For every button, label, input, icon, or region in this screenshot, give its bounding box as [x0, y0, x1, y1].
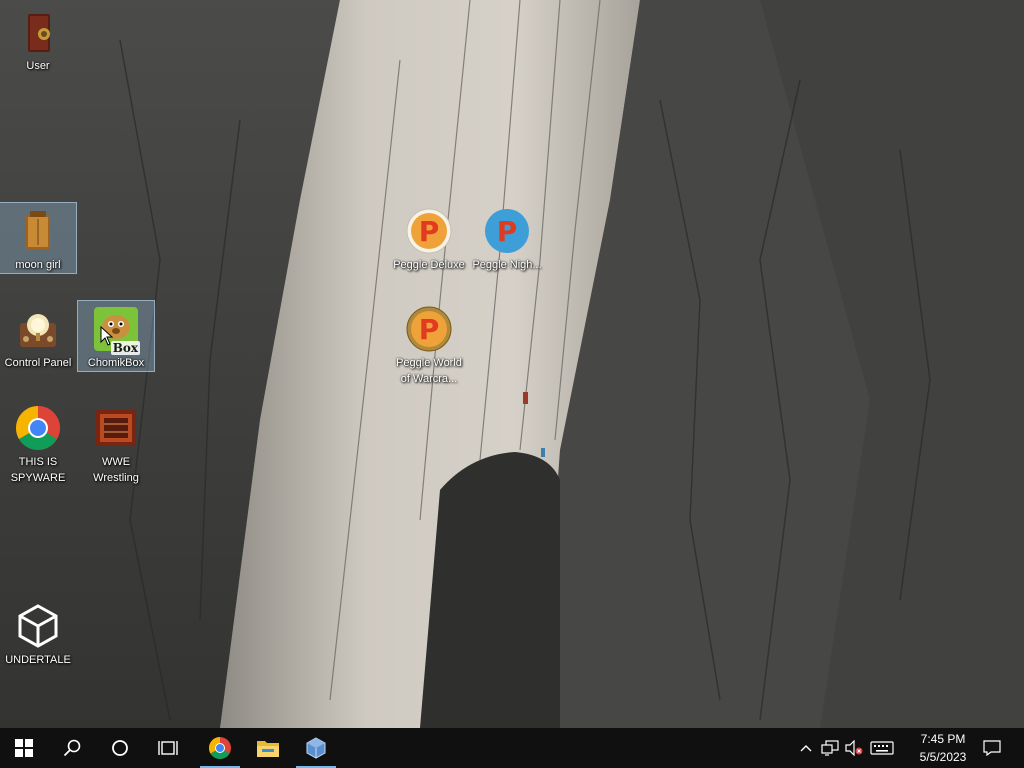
cabinet-icon	[14, 207, 62, 255]
desktop-icon-label: Peggle World of Warcra...	[396, 357, 462, 385]
search-icon	[63, 739, 81, 757]
chrome-icon	[14, 404, 62, 452]
desktop-icon-label: THIS IS SPYWARE	[10, 456, 66, 484]
peggle-wow-icon: P	[405, 305, 453, 353]
taskbar-file-explorer-button[interactable]	[244, 728, 292, 768]
clock-time: 7:45 PM	[920, 732, 966, 746]
desktop-icon-this-is-spyware[interactable]: THIS IS SPYWARE	[0, 400, 76, 486]
desktop-icon-label: Peggle Nigh...	[472, 259, 542, 271]
clock-date: 5/5/2023	[919, 750, 967, 764]
virtualbox-cube-icon	[306, 737, 326, 759]
action-center-icon	[983, 740, 1001, 756]
desktop-icon-peggle-deluxe[interactable]: P Peggle Deluxe	[391, 203, 467, 273]
user-folder-icon	[14, 8, 62, 56]
desktop-icon-user[interactable]: User	[0, 4, 76, 74]
chevron-up-icon	[800, 745, 812, 752]
task-view-icon	[158, 741, 178, 755]
cortana-circle-icon	[112, 740, 128, 756]
mouse-cursor-icon	[100, 326, 114, 346]
keyboard-icon	[870, 741, 894, 755]
taskbar: 7:45 PM 5/5/2023	[0, 728, 1024, 768]
start-button[interactable]	[0, 728, 48, 768]
desktop-icon-undertale[interactable]: UNDERTALE	[0, 598, 76, 668]
unity-icon	[14, 602, 62, 650]
wwe-game-icon	[92, 404, 140, 452]
chrome-icon	[209, 737, 231, 759]
desktop-icon-control-panel[interactable]: Control Panel	[0, 301, 76, 371]
search-button[interactable]	[48, 728, 96, 768]
peggle-glyph: P	[419, 313, 440, 346]
peggle-glyph: P	[497, 215, 518, 248]
peggle-icon: P	[405, 207, 453, 255]
tray-network-button[interactable]	[818, 728, 842, 768]
control-panel-icon	[14, 305, 62, 353]
tray-volume-button[interactable]	[842, 728, 866, 768]
desktop-icon-label: Control Panel	[4, 357, 72, 369]
taskbar-chrome-button[interactable]	[196, 728, 244, 768]
chomikbox-badge: Box	[110, 341, 140, 355]
windows-start-icon	[15, 739, 33, 757]
desktop-icon-label: Peggle Deluxe	[393, 259, 465, 271]
taskbar-virtualbox-button[interactable]	[292, 728, 340, 768]
desktop-icon-label: ChomikBox	[87, 357, 145, 369]
desktop-icon-label: WWE Wrestling	[93, 456, 139, 484]
cortana-button[interactable]	[96, 728, 144, 768]
taskbar-clock[interactable]: 7:45 PM 5/5/2023	[902, 730, 984, 766]
desktop-icon-label: moon girl	[15, 259, 61, 271]
desktop-icon-wwe-wrestling[interactable]: WWE Wrestling	[78, 400, 154, 486]
action-center-button[interactable]	[980, 728, 1004, 768]
task-view-button[interactable]	[144, 728, 192, 768]
tray-keyboard-button[interactable]	[868, 728, 896, 768]
desktop-icon-peggle-nights[interactable]: P Peggle Nigh...	[469, 203, 545, 273]
desktop-icon-label: UNDERTALE	[5, 654, 71, 666]
desktop-icon-chomikbox[interactable]: Box ChomikBox	[77, 300, 155, 372]
folder-icon	[257, 741, 279, 757]
peggle-nights-icon: P	[483, 207, 531, 255]
desktop-icon-moon-girl[interactable]: moon girl	[0, 202, 77, 274]
desktop-icon-peggle-wow[interactable]: P Peggle World of Warcra...	[391, 301, 467, 387]
network-icon	[821, 740, 839, 756]
peggle-glyph: P	[419, 215, 440, 248]
desktop-icon-label: User	[26, 60, 50, 72]
volume-muted-icon	[845, 740, 863, 756]
tray-overflow-button[interactable]	[796, 728, 816, 768]
